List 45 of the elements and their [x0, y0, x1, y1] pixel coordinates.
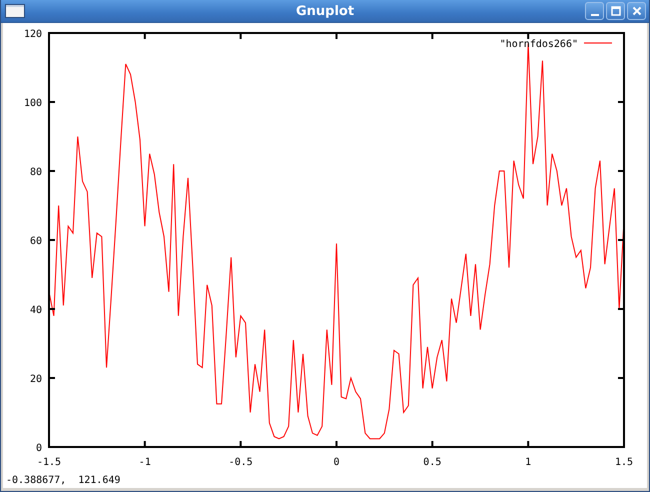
axis-tick	[49, 377, 55, 379]
x-tick-label: -1.5	[36, 457, 62, 468]
axis-tick	[49, 308, 55, 310]
maximize-icon	[610, 6, 620, 16]
close-button[interactable]	[627, 2, 646, 20]
axis-tick	[618, 377, 624, 379]
window-title: Gnuplot	[294, 4, 356, 18]
axis-tick	[618, 308, 624, 310]
axis-tick	[240, 441, 242, 447]
minimize-icon	[590, 14, 598, 16]
x-tick-label: 1.5	[614, 457, 634, 468]
y-tick-label: 40	[30, 305, 42, 316]
window-icon[interactable]	[5, 4, 25, 18]
axis-tick	[336, 441, 338, 447]
axis-tick	[431, 441, 434, 447]
minimize-button[interactable]	[585, 2, 604, 20]
y-tick-label: 100	[24, 98, 42, 109]
axis-tick	[49, 239, 55, 241]
y-tick-label: 120	[24, 29, 42, 40]
y-tick-label: 20	[30, 374, 42, 385]
axis-tick	[618, 101, 624, 103]
axis-tick	[527, 441, 530, 447]
x-tick-label: -0.5	[228, 457, 253, 468]
close-icon	[632, 6, 642, 16]
x-tick-label: 0	[333, 457, 340, 468]
status-text: -0.388677, 121.649	[5, 474, 122, 486]
x-tick-label: 0.5	[423, 457, 442, 468]
axis-tick	[240, 33, 242, 39]
x-tick-label: -1	[138, 457, 151, 468]
legend-line-sample	[584, 42, 612, 44]
y-tick-label: 0	[36, 443, 42, 454]
axis-tick	[336, 33, 338, 39]
axis-tick	[527, 33, 530, 39]
axis-tick	[144, 441, 146, 447]
maximize-button[interactable]	[606, 2, 625, 20]
y-tick-label: 60	[30, 236, 42, 247]
x-tick-label: 1	[525, 457, 532, 468]
axis-tick	[49, 101, 55, 103]
legend-label: "hornfdos266"	[500, 39, 578, 50]
y-tick-label: 80	[30, 167, 42, 178]
axis-tick	[431, 33, 434, 39]
axis-tick	[618, 239, 624, 241]
axis-tick	[49, 170, 55, 172]
axis-tick	[618, 170, 624, 172]
axis-tick	[144, 33, 146, 39]
